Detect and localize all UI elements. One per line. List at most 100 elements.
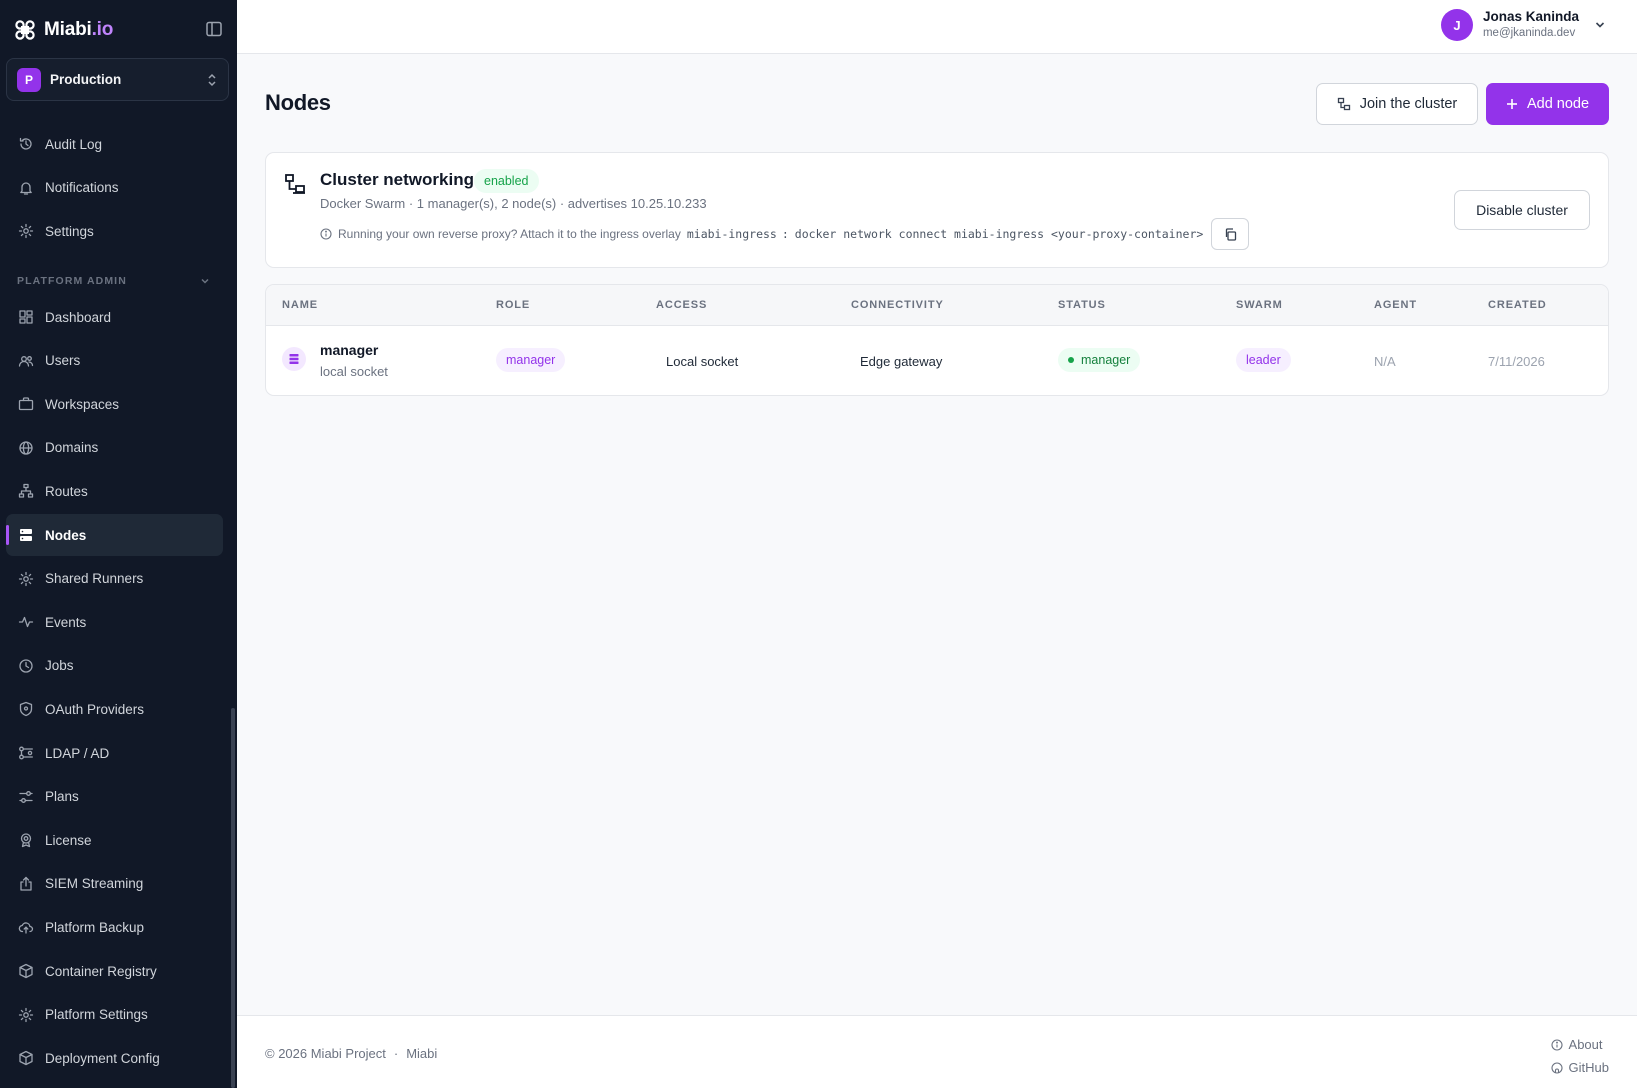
sidebar-item-workspaces[interactable]: Workspaces xyxy=(6,383,223,425)
network-name-code: miabi-ingress xyxy=(686,227,777,241)
sidebar-item-label: Nodes xyxy=(45,527,87,543)
access-cell: Local socket xyxy=(666,354,739,369)
activity-icon xyxy=(18,617,34,628)
sidebar-item-domains[interactable]: Domains xyxy=(6,427,223,469)
header-connectivity[interactable]: CONNECTIVITY xyxy=(851,299,944,311)
header-access[interactable]: ACCESS xyxy=(656,299,707,311)
sidebar-item-ldap-ad[interactable]: LDAP / AD xyxy=(6,732,223,774)
sidebar-item-shared-runners[interactable]: Shared Runners xyxy=(6,558,223,600)
sidebar: Miabi.io P Production Audit Log Notificat… xyxy=(0,0,237,1088)
header-name[interactable]: NAME xyxy=(282,299,318,311)
disable-cluster-button[interactable]: Disable cluster xyxy=(1454,190,1590,230)
server-icon xyxy=(282,347,306,371)
sidebar-collapse-button[interactable] xyxy=(205,20,223,38)
box-icon xyxy=(19,963,33,979)
sidebar-item-deployment-config[interactable]: Deployment Config xyxy=(6,1037,223,1079)
user-email: me@jkaninda.dev xyxy=(1482,27,1576,40)
sidebar-item-label: Users xyxy=(45,353,81,369)
sidebar-item-label: Audit Log xyxy=(45,136,103,152)
sidebar-item-label: SIEM Streaming xyxy=(45,876,144,892)
users-icon xyxy=(18,355,34,367)
gear-icon xyxy=(18,224,34,239)
header-agent[interactable]: AGENT xyxy=(1374,299,1417,311)
copy-command-button[interactable] xyxy=(1211,218,1250,250)
sidebar-item-label: Settings xyxy=(45,223,94,239)
role-badge: manager xyxy=(496,348,566,372)
cluster-hint: Running your own reverse proxy? Attach i… xyxy=(320,218,1250,250)
github-icon xyxy=(1550,1061,1563,1074)
info-icon xyxy=(1550,1038,1563,1051)
sidebar-item-users[interactable]: Users xyxy=(6,340,223,382)
sidebar-item-settings[interactable]: Settings xyxy=(6,210,223,252)
sidebar-item-label: Container Registry xyxy=(45,963,157,979)
sidebar-item-label: Dashboard xyxy=(45,309,112,325)
sidebar-item-routes[interactable]: Routes xyxy=(6,470,223,512)
box-icon xyxy=(19,1051,33,1066)
award-icon xyxy=(20,833,32,848)
hint-separator: : xyxy=(781,227,789,241)
logo-icon xyxy=(15,20,35,40)
footer-product: Miabi xyxy=(406,1046,438,1061)
sidebar-item-platform-settings[interactable]: Platform Settings xyxy=(6,994,223,1036)
hint-text: Running your own reverse proxy? Attach i… xyxy=(338,227,681,241)
connect-command-code: docker network connect miabi-ingress <yo… xyxy=(794,227,1204,241)
table-header: NAME ROLE ACCESS CONNECTIVITY STATUS SWA… xyxy=(266,285,1608,326)
section-platform-admin[interactable]: PLATFORM ADMIN xyxy=(17,275,210,287)
join-cluster-button[interactable]: Join the cluster xyxy=(1316,83,1478,125)
header-role[interactable]: ROLE xyxy=(496,299,530,311)
sidebar-item-plans[interactable]: Plans xyxy=(6,776,223,818)
bell-icon xyxy=(20,181,32,195)
sidebar-item-platform-backup[interactable]: Platform Backup xyxy=(6,906,223,948)
status-badge: manager xyxy=(1058,348,1141,372)
shield-icon xyxy=(19,702,33,717)
header-swarm[interactable]: SWARM xyxy=(1236,299,1283,311)
cloud-upload-icon xyxy=(18,922,34,935)
sidebar-item-label: Events xyxy=(45,614,87,630)
workspace-selector[interactable]: P Production xyxy=(6,58,229,101)
sidebar-item-label: Shared Runners xyxy=(45,571,144,587)
dashboard-icon xyxy=(19,310,33,324)
footer-link-about[interactable]: About xyxy=(1550,1033,1609,1056)
chevron-down-icon xyxy=(1595,22,1605,28)
history-icon xyxy=(19,137,32,150)
status-badge: enabled xyxy=(474,169,539,193)
workspace-avatar: P xyxy=(17,67,41,92)
sidebar-item-label: Plans xyxy=(45,789,79,805)
sidebar-item-license[interactable]: License xyxy=(6,819,223,861)
footer-link-github[interactable]: GitHub xyxy=(1550,1056,1609,1079)
user-avatar: J xyxy=(1440,9,1473,41)
nodes-table: NAME ROLE ACCESS CONNECTIVITY STATUS SWA… xyxy=(265,284,1609,396)
sidebar-item-jobs[interactable]: Jobs xyxy=(6,645,223,687)
network-icon xyxy=(1337,97,1350,111)
footer: © 2026 Miabi Project · Miabi About GitHu… xyxy=(237,1015,1637,1088)
sidebar-scrollbar[interactable] xyxy=(231,708,235,1088)
chevron-up-down-icon xyxy=(208,73,216,86)
brand-name: Miabi.io xyxy=(44,19,114,40)
sidebar-item-oauth-providers[interactable]: OAuth Providers xyxy=(6,688,223,730)
sidebar-item-events[interactable]: Events xyxy=(6,601,223,643)
sidebar-item-dashboard[interactable]: Dashboard xyxy=(6,296,223,338)
sidebar-item-label: Routes xyxy=(45,483,88,499)
sidebar-item-label: Workspaces xyxy=(45,396,120,412)
info-icon xyxy=(320,228,332,240)
connectivity-cell: Edge gateway xyxy=(860,354,943,369)
created-cell: 7/11/2026 xyxy=(1488,354,1545,369)
sidebar-item-nodes[interactable]: Nodes xyxy=(6,514,223,556)
add-node-button[interactable]: Add node xyxy=(1486,83,1609,125)
gear-icon xyxy=(18,1007,34,1022)
sidebar-item-label: LDAP / AD xyxy=(45,745,110,761)
sidebar-item-label: Platform Settings xyxy=(45,1007,148,1023)
sidebar-item-label: Platform Backup xyxy=(45,919,145,935)
copy-icon xyxy=(1225,227,1236,241)
sidebar-item-siem-streaming[interactable]: SIEM Streaming xyxy=(6,863,223,905)
sidebar-item-label: Deployment Config xyxy=(45,1050,160,1066)
header-status[interactable]: STATUS xyxy=(1058,299,1106,311)
brand-logo[interactable]: Miabi.io xyxy=(15,16,113,44)
top-bar: J Jonas Kaninda me@jkaninda.dev xyxy=(237,0,1637,54)
sidebar-item-audit-log[interactable]: Audit Log xyxy=(6,123,223,165)
node-name[interactable]: manager xyxy=(320,342,378,358)
sidebar-item-notifications[interactable]: Notifications xyxy=(6,167,223,209)
header-created[interactable]: CREATED xyxy=(1488,299,1547,311)
sidebar-item-container-registry[interactable]: Container Registry xyxy=(6,950,223,992)
user-menu[interactable]: J Jonas Kaninda me@jkaninda.dev xyxy=(1440,9,1607,41)
